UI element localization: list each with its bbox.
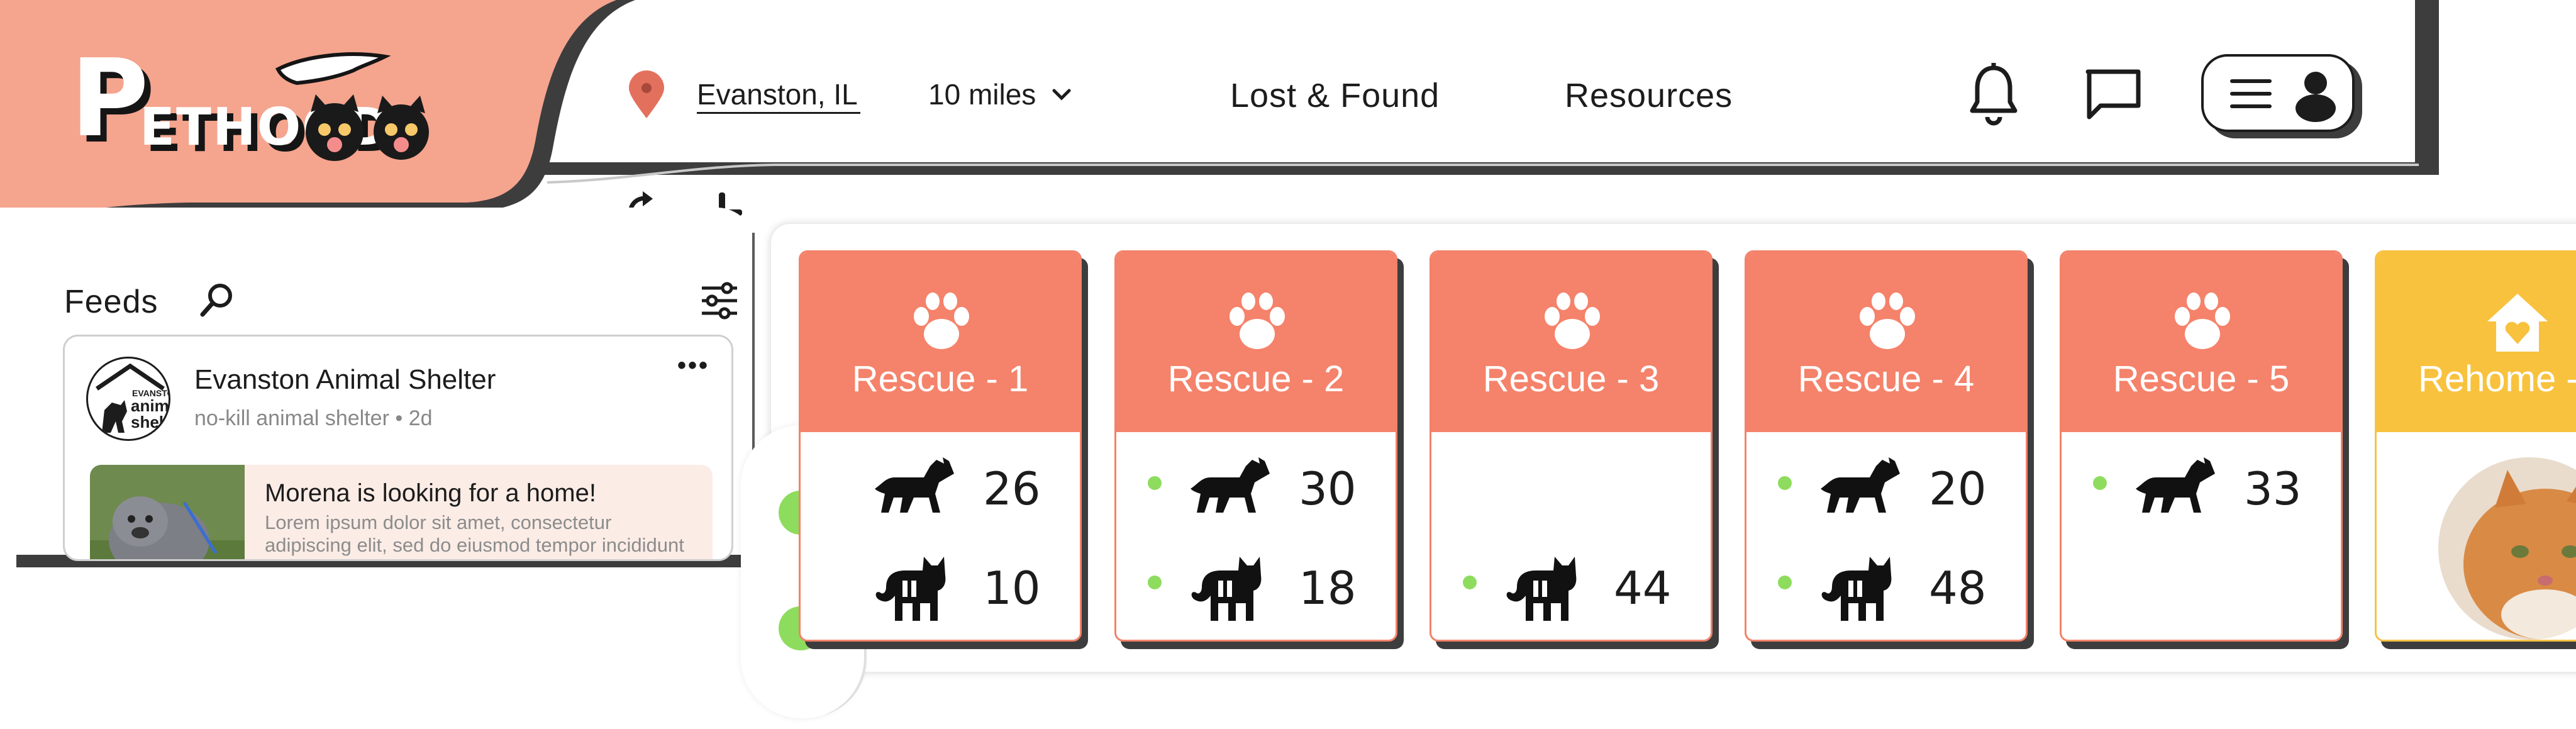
cat-count-row: 44 [1431,547,1711,628]
dog-count: 30 [1299,462,1357,515]
cat-photo[interactable] [2438,457,2576,640]
shelter-logo-icon: EVANSTON animal shelter [96,363,170,433]
hamburger-icon [2230,79,2272,108]
cat-count: 10 [983,562,1041,615]
rescue-card-1[interactable]: Rescue - 1 26 10 [799,250,1088,649]
dog-icon [1191,457,1270,513]
hand-over-pets-icon [275,52,429,161]
card-body: Rescue - 5 33 [2060,250,2343,642]
paw-icon [1230,292,1285,349]
post-content[interactable]: Morena is looking for a home! Lorem ipsu… [90,465,713,559]
status-dot [1778,476,1792,490]
cat-count: 44 [1614,562,1672,615]
filter-sliders-icon[interactable] [699,281,740,321]
rescue-card-3[interactable]: Rescue - 3 44 [1430,250,1719,649]
card-body: Rescue - 3 44 [1430,250,1713,642]
dog-count: 33 [2244,462,2302,515]
distance-select[interactable]: 10 miles [928,78,1036,111]
rescue-card-2[interactable]: Rescue - 2 30 18 [1114,250,1404,649]
cat-count-row: 48 [1746,547,2026,628]
status-dot [1463,576,1477,589]
dog-count-row: 33 [2062,447,2341,529]
dog-count: 26 [983,462,1041,515]
dog-photo [90,465,245,559]
cat-count-row: 10 [801,547,1080,628]
cat-icon [875,557,946,621]
card-title: Rescue - 1 [852,359,1029,399]
chat-icon[interactable] [2084,68,2142,122]
card-header: Rescue - 4 [1746,252,2026,432]
bell-icon[interactable] [1967,63,2020,126]
cat-count: 48 [1929,562,1987,615]
more-options-icon[interactable]: ••• [677,353,709,378]
rescue-card-4[interactable]: Rescue - 4 20 48 [1745,250,2034,649]
menu-profile-button[interactable] [2201,54,2355,132]
dog-count-row: 20 [1746,447,2026,529]
rescue-card-5[interactable]: Rescue - 5 33 [2060,250,2349,649]
paw-icon [1860,292,1915,349]
dog-icon [2136,457,2215,513]
status-dot [2093,476,2107,490]
paw-icon [2175,292,2230,349]
card-header: Rehome - [2377,252,2576,432]
shelter-avatar[interactable]: EVANSTON animal shelter [86,357,170,441]
post-author-subtitle: no-kill animal shelter • 2d [194,406,433,430]
chevron-down-icon[interactable] [1050,87,1073,102]
rehome-card[interactable]: Rehome - [2375,250,2576,649]
logo-letter-p: P [70,36,150,161]
dog-count-row: 30 [1116,447,1396,529]
dog-icon [1821,457,1900,513]
dog-count: 20 [1929,462,1987,515]
cat-icon [1506,557,1577,621]
post-headline: Morena is looking for a home! [265,479,596,507]
status-dot [1148,576,1162,589]
card-header: Rescue - 1 [801,252,1080,432]
dog-count-row: 26 [801,447,1080,529]
location-field[interactable]: Evanston, IL [697,78,860,114]
feed-post-card[interactable]: EVANSTON animal shelter Evanston Animal … [63,335,733,561]
location-pin-icon [629,70,664,118]
cat-icon [1191,557,1262,621]
nav-resources[interactable]: Resources [1565,77,1733,114]
shelter-logo-text-3: shelter [131,413,170,431]
dog-icon [875,457,954,513]
post-body-text: Lorem ipsum dolor sit amet, consectetur … [265,511,684,556]
home-heart-icon [2487,294,2548,352]
card-header: Rescue - 3 [1431,252,1711,432]
pethood-logo[interactable]: P ETHOOD [64,44,454,176]
nav-lost-and-found[interactable]: Lost & Found [1230,77,1440,114]
cat-photo-image [2438,457,2576,640]
card-body: Rescue - 2 30 18 [1114,250,1397,642]
status-dot [1778,576,1792,589]
card-body: Rescue - 1 26 10 [799,250,1082,642]
card-title: Rescue - 4 [1797,359,1975,399]
card-body: Rescue - 4 20 48 [1745,250,2028,642]
card-title: Rescue - 5 [2112,359,2290,399]
card-header: Rescue - 5 [2062,252,2341,432]
card-title: Rescue - 3 [1482,359,1660,399]
search-icon[interactable] [199,282,236,320]
card-header: Rescue - 2 [1116,252,1396,432]
app-window: P ETHOOD Evanston, IL 10 miles Lost & Fo… [0,0,2576,729]
cat-icon [1821,557,1892,621]
card-title: Rehome - [2418,359,2576,399]
card-title: Rescue - 2 [1167,359,1345,399]
status-dot [1148,476,1162,490]
cat-count: 18 [1299,562,1357,615]
feeds-title: Feeds [64,284,158,320]
cat-count-row: 18 [1116,547,1396,628]
paw-icon [1545,292,1600,349]
user-avatar-icon [2296,72,2336,122]
paw-icon [914,292,969,349]
post-author-name[interactable]: Evanston Animal Shelter [194,364,496,396]
card-body: Rehome - [2375,250,2576,642]
